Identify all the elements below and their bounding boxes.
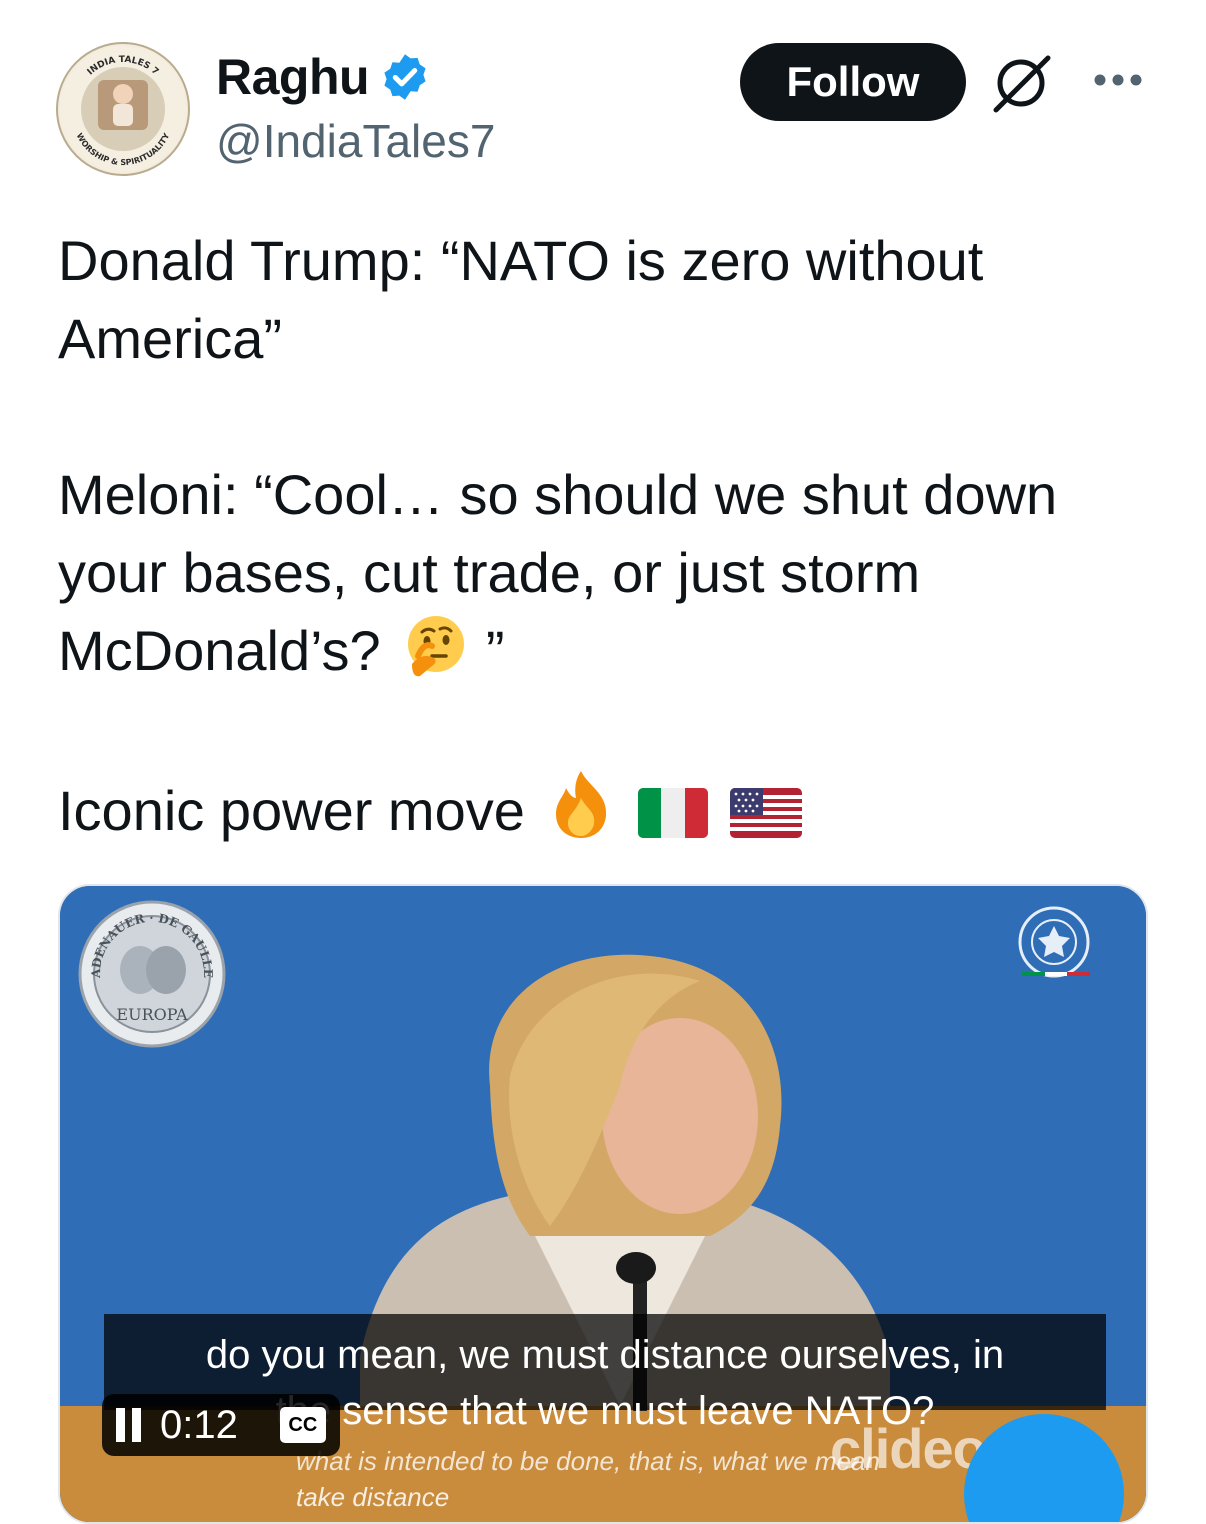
- burned-subtitle-line-1: what is intended to be done, that is, wh…: [296, 1446, 880, 1476]
- fire-icon: [556, 771, 607, 838]
- closed-captions-button[interactable]: CC: [279, 1407, 326, 1443]
- author-avatar[interactable]: INDIA TALES 7 WORSHIP & SPIRITUALITY: [56, 42, 190, 176]
- tweet-paragraph-2: Meloni: “Cool… so should we shut down yo…: [58, 456, 1118, 690]
- clideo-watermark: clideo: [830, 1417, 987, 1480]
- government-seal-icon: [1018, 906, 1090, 978]
- tweet-paragraph-3: Iconic power move: [58, 768, 1158, 850]
- follow-button[interactable]: Follow: [740, 43, 966, 121]
- pause-icon[interactable]: [116, 1408, 144, 1442]
- tweet-text: Donald Trump: “NATO is zero without Amer…: [58, 222, 1158, 850]
- grok-icon[interactable]: [990, 52, 1052, 114]
- tweet-paragraph-2-text: Meloni: “Cool… so should we shut down yo…: [58, 463, 1058, 682]
- player-controls: 0:12 CC: [102, 1394, 340, 1456]
- thinking-face-icon: [408, 616, 465, 677]
- flag-italy-icon: [638, 788, 708, 838]
- tweet-paragraph-1: Donald Trump: “NATO is zero without Amer…: [58, 229, 984, 370]
- flag-usa-icon: [729, 788, 802, 838]
- author-handle[interactable]: @IndiaTales7: [216, 114, 495, 168]
- video-player[interactable]: ADENAUER · DE GAULLE EUROPA do you mean,…: [58, 884, 1148, 1524]
- more-options-icon[interactable]: [1088, 66, 1148, 94]
- video-timecode: 0:12: [160, 1402, 238, 1447]
- coin-logo: ADENAUER · DE GAULLE EUROPA: [78, 900, 226, 1048]
- verified-badge-icon: [384, 54, 426, 100]
- coin-text-bottom: EUROPA: [116, 1005, 188, 1024]
- burned-subtitle-line-2: take distance: [296, 1482, 450, 1512]
- author-name[interactable]: Raghu: [216, 48, 370, 106]
- caption-line-1: do you mean, we must distance ourselves,…: [205, 1333, 1005, 1377]
- author-name-row[interactable]: Raghu: [216, 48, 431, 106]
- tweet-paragraph-3-text: Iconic power move: [58, 779, 525, 842]
- seal-flag-stripe: [1022, 972, 1091, 976]
- tweet-paragraph-2-end: ”: [485, 619, 505, 682]
